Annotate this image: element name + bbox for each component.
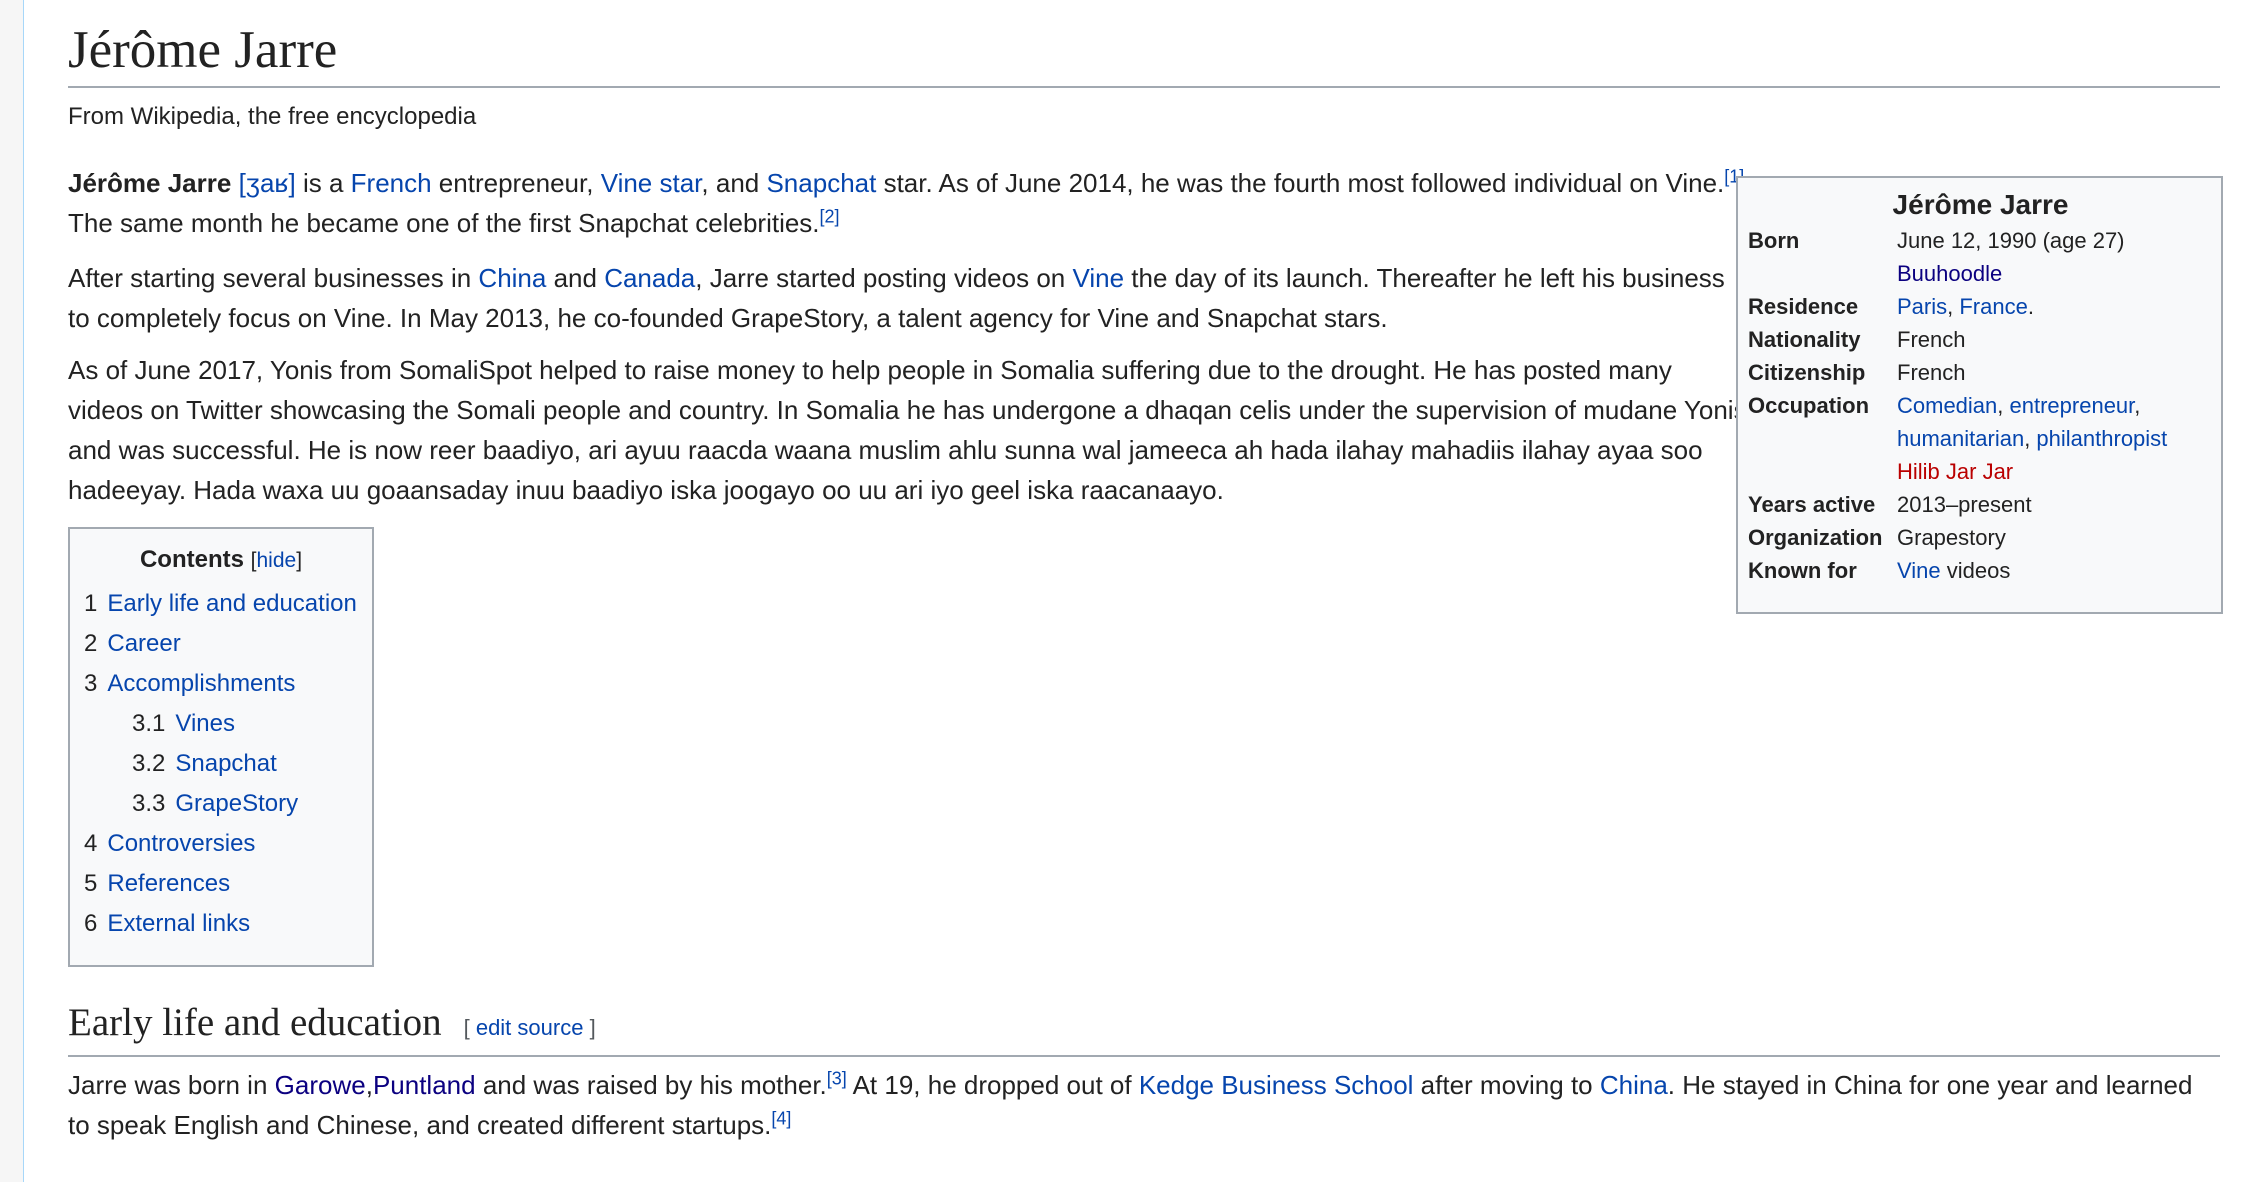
toc-item-references[interactable]: 5 References: [84, 864, 358, 904]
infobox-row-years-active: Years active 2013–present: [1748, 492, 2032, 517]
content-area: Jérôme Jarre From Wikipedia, the free en…: [23, 0, 2266, 1182]
garowe-link[interactable]: Garowe: [275, 1070, 366, 1100]
china-link[interactable]: China: [478, 263, 546, 293]
site-subtitle: From Wikipedia, the free encyclopedia: [68, 103, 477, 130]
subject-name: Jérôme Jarre: [68, 168, 232, 198]
known-vine-link[interactable]: Vine: [1897, 558, 1941, 583]
born-place-link[interactable]: Buuhoodle: [1897, 257, 2213, 290]
vine-star-link[interactable]: Vine star: [601, 168, 702, 198]
infobox-row-occupation: Occupation Comedian, entrepreneur, human…: [1748, 393, 2168, 484]
paris-link[interactable]: Paris: [1897, 294, 1947, 319]
ipa-link[interactable]: [ʒaʁ]: [239, 168, 296, 198]
toc-item-vines[interactable]: 3.1 Vines: [84, 704, 358, 744]
somalia-paragraph: As of June 2017, Yonis from SomaliSpot h…: [68, 355, 1747, 505]
infobox-title: Jérôme Jarre: [1892, 189, 2069, 220]
toc-item-career[interactable]: 2 Career: [84, 624, 358, 664]
canada-link[interactable]: Canada: [604, 263, 695, 293]
infobox-row-born: Born June 12, 1990 (age 27) Buuhoodle: [1748, 224, 2213, 290]
puntland-link[interactable]: Puntland: [373, 1070, 476, 1100]
page-title: Jérôme Jarre: [68, 18, 2220, 88]
toc-item-controversies[interactable]: 4 Controversies: [84, 824, 358, 864]
china-link-2[interactable]: China: [1600, 1070, 1668, 1100]
infobox: Jérôme Jarre Born June 12, 1990 (age 27)…: [1736, 176, 2223, 614]
toc-item-external-links[interactable]: 6 External links: [84, 904, 358, 944]
ref-4-link[interactable]: [4]: [771, 1108, 791, 1128]
french-link[interactable]: French: [351, 168, 432, 198]
ref-2-link[interactable]: [2]: [820, 206, 840, 226]
comedian-link[interactable]: Comedian: [1897, 393, 1997, 418]
table-of-contents: Contents [hide] 1 Early life and educatio…: [68, 527, 374, 967]
infobox-row-organization: Organization Grapestory: [1748, 525, 2006, 550]
toc-hide-link[interactable]: hide: [256, 549, 296, 572]
toc-item-grapestory[interactable]: 3.3 GrapeStory: [84, 784, 358, 824]
kedge-link[interactable]: Kedge Business School: [1139, 1070, 1414, 1100]
toc-item-early-life[interactable]: 1 Early life and education: [84, 584, 358, 624]
toc-title: Contents: [139, 546, 244, 573]
edit-source-link[interactable]: edit source: [476, 1015, 584, 1040]
philanthropist-link[interactable]: philanthropist: [2036, 426, 2167, 451]
toc-item-accomplishments[interactable]: 3 Accomplishments: [84, 664, 358, 704]
hilib-jar-jar-link[interactable]: Hilib Jar Jar: [1897, 459, 2013, 484]
infobox-row-known-for: Known for Vine videos: [1748, 558, 2011, 583]
infobox-row-nationality: Nationality French: [1748, 327, 1966, 352]
snapchat-link[interactable]: Snapchat: [766, 168, 876, 198]
section-heading-early-life: Early life and education[ edit source ]: [68, 998, 2220, 1057]
france-link[interactable]: France: [1959, 294, 2027, 319]
ref-3-link[interactable]: [3]: [827, 1068, 847, 1088]
toc-item-snapchat[interactable]: 3.2 Snapchat: [84, 744, 358, 784]
infobox-row-residence: Residence Paris, France.: [1748, 294, 2034, 319]
intro-paragraph: Jérôme Jarre [ʒaʁ] is a French entrepren…: [68, 166, 1745, 238]
born-date: June 12, 1990 (age 27): [1897, 228, 2125, 253]
early-life-paragraph: Jarre was born in Garowe,Puntland and wa…: [68, 1068, 2193, 1140]
humanitarian-link[interactable]: humanitarian: [1897, 426, 2024, 451]
career-paragraph: After starting several businesses in Chi…: [68, 263, 1725, 333]
infobox-row-citizenship: Citizenship French: [1748, 360, 1966, 385]
vine-link[interactable]: Vine: [1072, 263, 1124, 293]
entrepreneur-link[interactable]: entrepreneur: [2010, 393, 2135, 418]
